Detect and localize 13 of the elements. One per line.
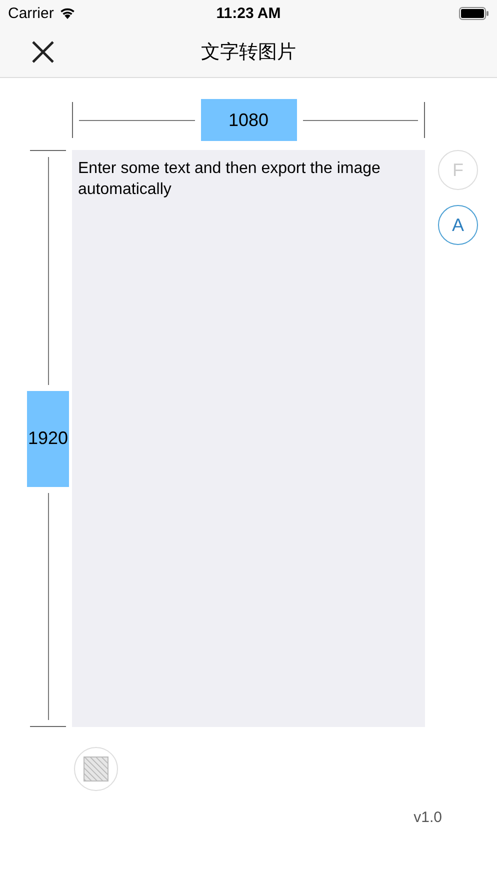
height-label: 1920 bbox=[27, 390, 69, 486]
nav-title: 文字转图片 bbox=[201, 40, 296, 64]
hatched-square-icon bbox=[83, 756, 109, 782]
carrier-label: Carrier bbox=[8, 4, 54, 22]
battery-icon bbox=[459, 6, 489, 20]
width-label: 1080 bbox=[200, 99, 296, 141]
text-field[interactable]: Enter some text and then export the image automatically bbox=[72, 150, 425, 727]
version-label: v1.0 bbox=[414, 809, 442, 826]
wifi-icon bbox=[58, 7, 76, 19]
close-button[interactable] bbox=[31, 40, 55, 64]
close-icon bbox=[31, 40, 55, 64]
font-button[interactable]: A bbox=[438, 205, 478, 245]
status-time: 11:23 AM bbox=[216, 4, 281, 22]
